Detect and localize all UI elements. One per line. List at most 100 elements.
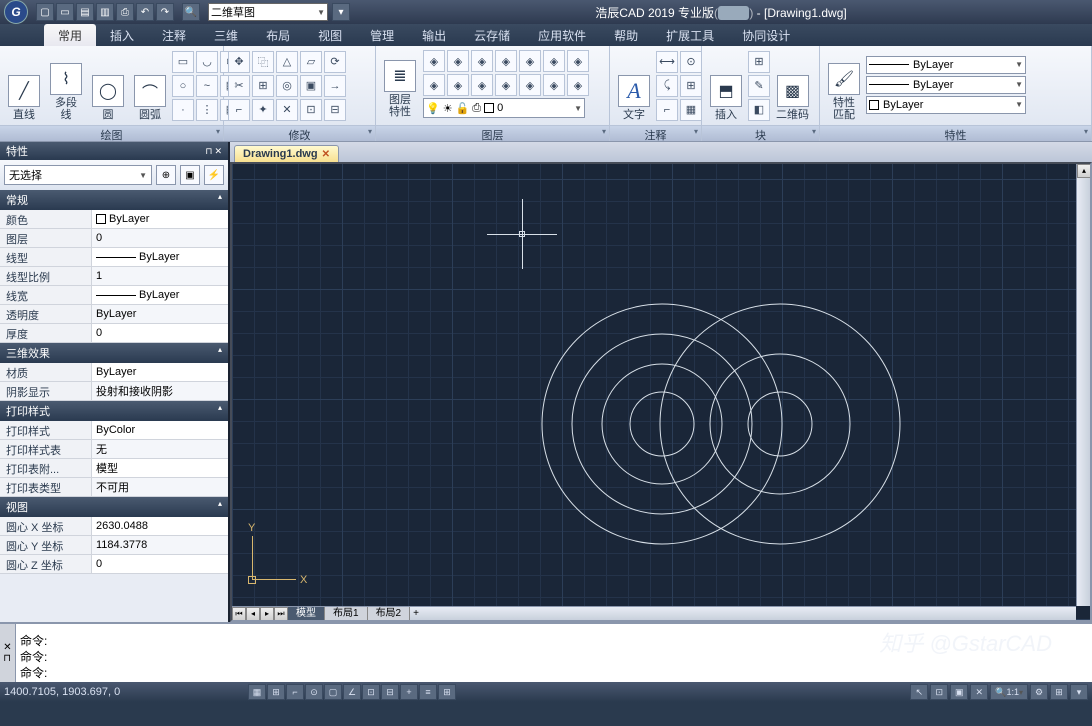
offset-icon[interactable]: ◎ xyxy=(276,75,298,97)
document-tab[interactable]: Drawing1.dwg✕ xyxy=(234,145,339,162)
panel-modify-title[interactable]: 修改 xyxy=(224,125,375,141)
property-row[interactable]: 透明度ByLayer xyxy=(0,305,228,324)
quickselect-icon[interactable]: ⚡ xyxy=(204,165,224,185)
layer-iso-icon[interactable]: ◈ xyxy=(423,50,445,72)
mirror-icon[interactable]: △ xyxy=(276,51,298,73)
properties-grid[interactable]: 常规颜色ByLayer图层0线型ByLayer线型比例1线宽ByLayer透明度… xyxy=(0,190,228,622)
qat-undo-icon[interactable]: ↶ xyxy=(136,3,154,21)
rect-icon[interactable]: ▭ xyxy=(172,51,194,73)
panel-draw-title[interactable]: 绘图 xyxy=(0,125,223,141)
line-button[interactable]: ╱直线 xyxy=(4,49,44,123)
property-row[interactable]: 厚度0 xyxy=(0,324,228,343)
stretch-icon[interactable]: ▱ xyxy=(300,51,322,73)
property-row[interactable]: 打印样式ByColor xyxy=(0,421,228,440)
ribbon-tab-3[interactable]: 三维 xyxy=(200,24,252,46)
property-group-header[interactable]: 打印样式 xyxy=(0,401,228,421)
ribbon-tab-7[interactable]: 输出 xyxy=(408,24,460,46)
qat-print-icon[interactable]: ⎙ xyxy=(116,3,134,21)
layer-combo[interactable]: 💡☀🔓⎙0▼ xyxy=(423,98,585,118)
ribbon-tab-1[interactable]: 插入 xyxy=(96,24,148,46)
search-icon[interactable]: 🔍 xyxy=(182,3,200,21)
matchprop-button[interactable]: 🖌特性 匹配 xyxy=(824,49,864,123)
workspace-combo[interactable]: 二维草图 ▼ xyxy=(208,3,328,21)
property-row[interactable]: 颜色ByLayer xyxy=(0,210,228,229)
property-row[interactable]: 打印样式表无 xyxy=(0,440,228,459)
property-row[interactable]: 材质ByLayer xyxy=(0,363,228,382)
text-button[interactable]: A文字 xyxy=(614,49,654,123)
property-row[interactable]: 打印表附...模型 xyxy=(0,459,228,478)
ribbon-tab-12[interactable]: 协同设计 xyxy=(728,24,804,46)
dim-icon[interactable]: ⟷ xyxy=(656,51,678,73)
workspace-more-icon[interactable]: ▾ xyxy=(332,3,350,21)
property-row[interactable]: 线型ByLayer xyxy=(0,248,228,267)
property-row[interactable]: 图层0 xyxy=(0,229,228,248)
ribbon-tab-9[interactable]: 应用软件 xyxy=(524,24,600,46)
scale-icon[interactable]: ▣ xyxy=(300,75,322,97)
layout-tab[interactable]: 布局1 xyxy=(325,607,368,621)
qat-save-icon[interactable]: ▤ xyxy=(76,3,94,21)
cmd-handle[interactable]: ✕⊓ xyxy=(0,624,16,682)
app-icon[interactable]: G xyxy=(4,0,28,24)
close-icon[interactable]: ✕ xyxy=(214,146,222,157)
arc-button[interactable]: ⌒圆弧 xyxy=(130,49,170,123)
osnap-toggle[interactable]: ▢ xyxy=(324,684,342,700)
property-row[interactable]: 圆心 Z 坐标0 xyxy=(0,555,228,574)
scale-display[interactable]: 🔍1:1▾ xyxy=(990,684,1028,700)
selection-combo[interactable]: 无选择▼ xyxy=(4,165,152,185)
panel-annotate-title[interactable]: 注释 xyxy=(610,125,701,141)
scrollbar-vertical[interactable]: ▴ xyxy=(1076,164,1090,606)
property-row[interactable]: 打印表类型不可用 xyxy=(0,478,228,497)
ribbon-tab-10[interactable]: 帮助 xyxy=(600,24,652,46)
insert-button[interactable]: ⬒插入 xyxy=(706,49,746,123)
coordinates[interactable]: 1400.7105, 1903.697, 0 xyxy=(4,686,184,698)
lineweight-combo[interactable]: ByLayer▼ xyxy=(866,96,1026,114)
property-row[interactable]: 线型比例1 xyxy=(0,267,228,286)
drawing-canvas[interactable]: YX ▴ ⏮◂▸⏭ 模型布局1布局2 + xyxy=(230,162,1092,622)
property-row[interactable]: 圆心 X 坐标2630.0488 xyxy=(0,517,228,536)
tab-close-icon[interactable]: ✕ xyxy=(322,149,330,160)
properties-title[interactable]: 特性 ⊓✕ xyxy=(0,142,228,160)
ribbon-tab-5[interactable]: 视图 xyxy=(304,24,356,46)
erase-icon[interactable]: ✕ xyxy=(276,99,298,121)
grid-toggle[interactable]: ⊞ xyxy=(267,684,285,700)
snap-toggle[interactable]: ▦ xyxy=(248,684,266,700)
ribbon-tab-8[interactable]: 云存储 xyxy=(460,24,524,46)
ribbon-tab-2[interactable]: 注释 xyxy=(148,24,200,46)
rotate-icon[interactable]: ⟳ xyxy=(324,51,346,73)
panel-props-title[interactable]: 特性 xyxy=(820,125,1091,141)
circle-button[interactable]: ◯圆 xyxy=(88,49,128,123)
polar-toggle[interactable]: ⊙ xyxy=(305,684,323,700)
select-icon[interactable]: ▣ xyxy=(180,165,200,185)
property-row[interactable]: 阴影显示投射和接收阴影 xyxy=(0,382,228,401)
qat-open-icon[interactable]: ▭ xyxy=(56,3,74,21)
fillet-icon[interactable]: ⌐ xyxy=(228,99,250,121)
polyline-button[interactable]: ⌇多段线 xyxy=(46,49,86,123)
scrollbar-horizontal[interactable]: ⏮◂▸⏭ 模型布局1布局2 + xyxy=(232,606,1076,620)
command-input[interactable]: 命令: 命令: 命令: xyxy=(16,624,1092,682)
qat-saveas-icon[interactable]: ▥ xyxy=(96,3,114,21)
qrcode-button[interactable]: ▩二维码 xyxy=(772,49,813,123)
pin-icon[interactable]: ⊓ xyxy=(205,146,212,157)
panel-block-title[interactable]: 块 xyxy=(702,125,819,141)
copy-icon[interactable]: ⿻ xyxy=(252,51,274,73)
layer-props-button[interactable]: ≣图层 特性 xyxy=(380,48,420,120)
ribbon-tab-11[interactable]: 扩展工具 xyxy=(652,24,728,46)
pickadd-icon[interactable]: ⊕ xyxy=(156,165,176,185)
explode-icon[interactable]: ✦ xyxy=(252,99,274,121)
qat-new-icon[interactable]: ▢ xyxy=(36,3,54,21)
ortho-toggle[interactable]: ⌐ xyxy=(286,684,304,700)
linetype-combo[interactable]: ByLayer▼ xyxy=(866,76,1026,94)
color-combo[interactable]: ByLayer▼ xyxy=(866,56,1026,74)
ribbon-tab-0[interactable]: 常用 xyxy=(44,24,96,46)
panel-layer-title[interactable]: 图层 xyxy=(376,125,609,141)
property-row[interactable]: 圆心 Y 坐标1184.3778 xyxy=(0,536,228,555)
property-group-header[interactable]: 视图 xyxy=(0,497,228,517)
property-row[interactable]: 线宽ByLayer xyxy=(0,286,228,305)
ribbon-tab-6[interactable]: 管理 xyxy=(356,24,408,46)
array-icon[interactable]: ⊞ xyxy=(252,75,274,97)
otrack-toggle[interactable]: ∠ xyxy=(343,684,361,700)
extend-icon[interactable]: → xyxy=(324,75,346,97)
qat-redo-icon[interactable]: ↷ xyxy=(156,3,174,21)
layout-tab[interactable]: 布局2 xyxy=(368,607,411,621)
trim-icon[interactable]: ✂ xyxy=(228,75,250,97)
